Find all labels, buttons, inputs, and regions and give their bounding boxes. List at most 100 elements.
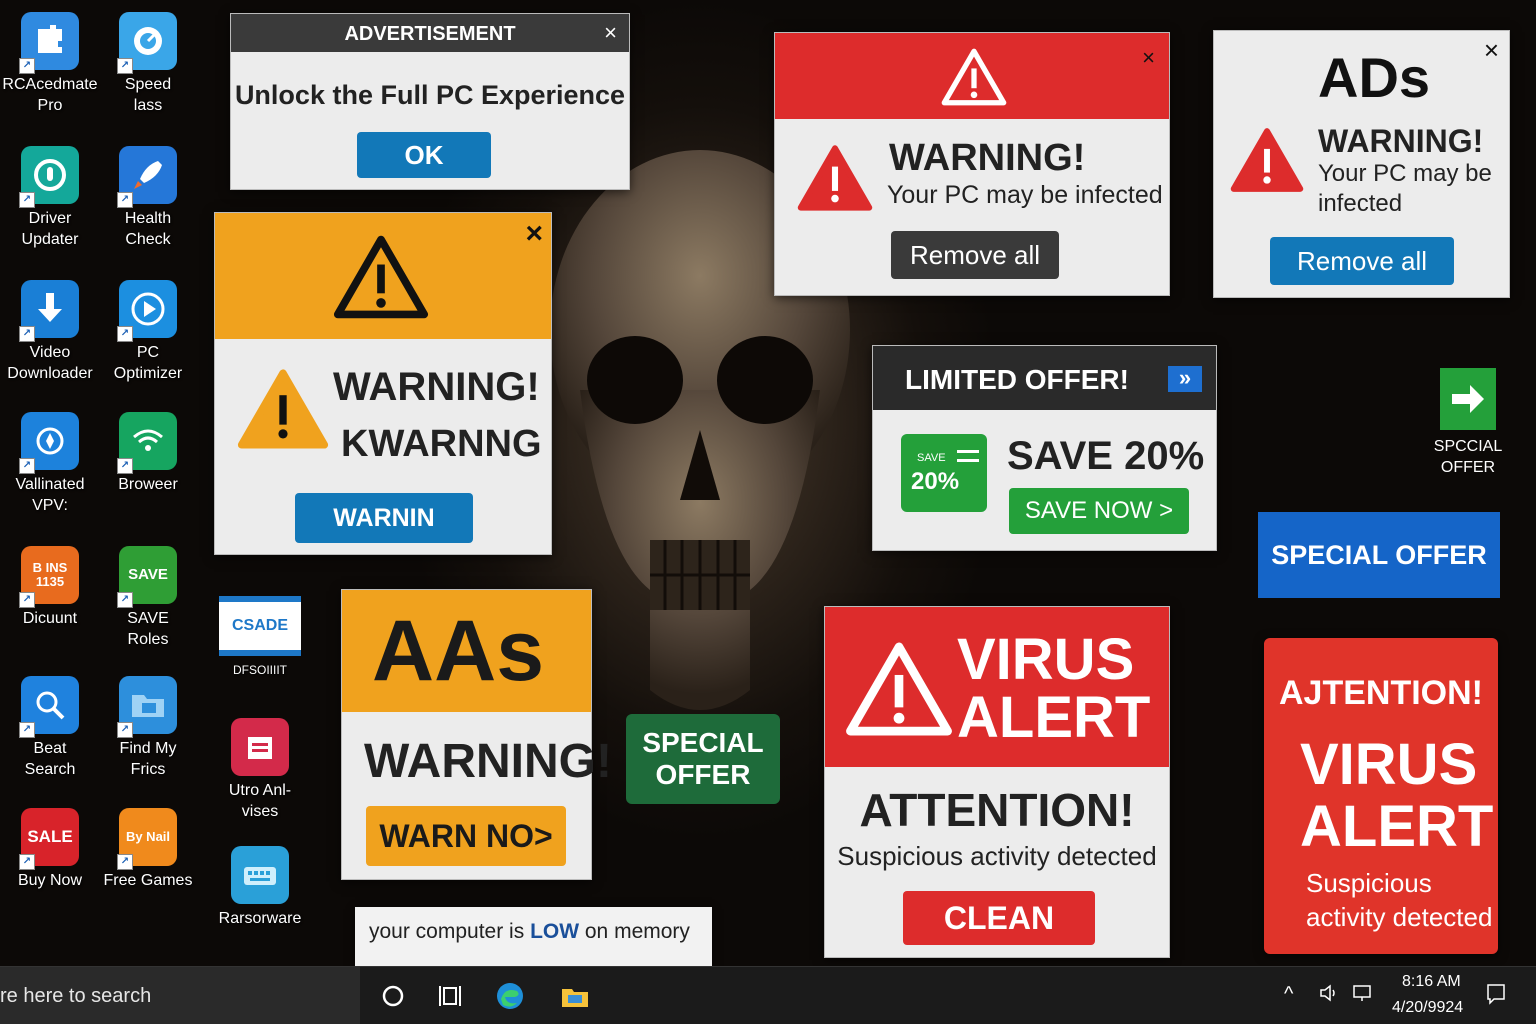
sale-tag-icon: B INS 1135 ↗ [19,546,79,608]
notification-icon[interactable] [1486,983,1506,1010]
desktop-icon[interactable]: ↗ Video Downloader [0,280,100,384]
remove-all-button[interactable]: Remove all [891,231,1059,279]
desktop-icon[interactable]: SALE ↗ Buy Now [0,808,100,891]
close-icon[interactable]: × [604,22,617,44]
ads-header: ADs [1318,46,1431,109]
clock-time[interactable]: 8:16 AM [1402,973,1461,991]
desktop-icon[interactable]: ↗ PC Optimizer [98,280,198,384]
task-view-icon[interactable] [436,981,466,1011]
ads-warning-title: WARNING! [1318,123,1484,159]
shortcut-arrow-icon: ↗ [19,458,35,474]
save-now-button[interactable]: SAVE NOW > [1009,488,1189,534]
desktop-icon[interactable]: ↗ Driver Updater [0,146,100,250]
aas-warning-title: WARNING! [364,735,612,788]
shortcut-arrow-icon: ↗ [19,592,35,608]
ok-button[interactable]: OK [357,132,491,178]
special-offer-label: SPCCIAL OFFER [1433,438,1503,476]
save-headline: SAVE 20% [1007,434,1205,478]
aas-warning-popup: AAs WARNING! WARN NO> [341,589,612,880]
remove-all-button[interactable]: Remove all [1270,237,1454,285]
right-arrow-icon [1440,368,1496,430]
shortcut-arrow-icon: ↗ [117,326,133,342]
desktop-icon-label: Utro Anl- vises [228,782,292,820]
warnin-button[interactable]: WARNIN [295,493,473,543]
memory-notice[interactable]: your computer is LOW on memory [355,907,712,967]
gauge-icon: ↗ [19,146,79,208]
shortcut-arrow-icon: ↗ [117,192,133,208]
clock-date[interactable]: 4/20/9924 [1392,999,1463,1017]
desktop-icon-label: SAVE Roles [127,610,169,648]
desktop-icon[interactable]: ↗ Broweer [98,412,198,495]
desktop-icon[interactable]: ↗ Beat Search [0,676,100,780]
orange-warning-title: WARNING! [333,365,540,409]
desktop-icon[interactable]: B INS 1135 ↗ Dicuunt [0,546,100,629]
desktop-icon[interactable]: ↗ RCAcedmate Pro [0,12,100,116]
memory-highlight: LOW [530,920,580,943]
warning-triangle-icon [797,141,873,215]
special-offer-green-button[interactable]: SPECIAL OFFER [626,714,780,804]
warning-triangle-icon [1230,125,1304,195]
desktop-icon[interactable]: ↗ Find My Frics [98,676,198,780]
desktop-icon-label: Video Downloader [7,344,93,382]
virus-alert-heading: VIRUS ALERT [957,627,1151,750]
puzzle-icon: ↗ [19,12,79,74]
limited-offer-header: LIMITED OFFER! » [873,346,1216,410]
advertisement-popup: ADVERTISEMENT × Unlock the Full PC Exper… [230,13,630,190]
desktop-icon[interactable]: ↗ Speed lass [98,12,198,116]
shopping-bag-icon [248,737,272,759]
desktop-icon-csade[interactable]: CSADE DFSOIIIIT [210,596,310,681]
desktop-icon-label: Find My Frics [119,740,177,778]
keyboard-icon [244,867,276,885]
desktop-icon-label: Speed lass [124,76,172,114]
warning-triangle-icon [237,365,329,453]
network-icon[interactable] [1352,983,1372,1008]
attention-virus-alert-panel: AJTENTION! VIRUS ALERT Suspicious activi… [1264,638,1498,954]
memory-suffix: on memory [579,920,690,943]
desktop-icon-rarsorware[interactable]: Rarsorware [210,846,310,929]
cortana-circle-icon[interactable] [378,981,408,1011]
shortcut-arrow-icon: ↗ [117,854,133,870]
sale-icon: SALE ↗ [19,808,79,870]
desktop-icon-label: Beat Search [24,740,76,778]
rocket-icon: ↗ [117,146,177,208]
file-explorer-icon[interactable] [560,981,590,1011]
desktop-icon[interactable]: SAVE ↗ SAVE Roles [98,546,198,650]
desktop-icon[interactable]: By Nail ↗ Free Games [98,808,198,891]
chevron-up-icon[interactable]: ^ [1284,983,1293,1006]
desktop-icon-label: DFSOIIIIT [233,663,287,677]
suspicious-message: Suspicious activity detected [837,841,1157,871]
desktop-icon[interactable]: ↗ Vallinated VPV: [0,412,100,516]
memory-prefix: your computer is [369,920,531,943]
double-chevron-icon[interactable]: » [1168,366,1202,392]
shortcut-arrow-icon: ↗ [117,592,133,608]
desktop-icon-label: Buy Now [17,872,83,889]
clean-button[interactable]: CLEAN [903,891,1095,945]
special-offer-shortcut[interactable]: SPCCIAL OFFER [1420,368,1516,478]
desktop-icon-label: Health Check [124,210,172,248]
magnifier-icon: ↗ [19,676,79,738]
orange-warning-subtitle: KWARNNG [341,423,542,465]
desktop-icon[interactable]: ↗ Health Check [98,146,198,250]
close-icon[interactable]: × [525,219,543,249]
attention-title: ATTENTION! [859,784,1135,836]
taskbar-search-box[interactable]: re here to search [0,967,360,1024]
warn-now-button[interactable]: WARN NO> [366,806,566,866]
list-lines-icon [957,450,979,462]
shortcut-arrow-icon: ↗ [19,326,35,342]
speaker-icon[interactable] [1318,983,1338,1008]
shield-icon: ↗ [19,412,79,474]
special-offer-blue-button[interactable]: SPECIAL OFFER [1258,512,1500,598]
desktop-icon-utro[interactable]: Utro Anl- vises [210,718,310,822]
close-icon[interactable]: × [1142,47,1155,69]
shortcut-arrow-icon: ↗ [19,192,35,208]
desktop-icon-label: Vallinated VPV: [15,476,85,514]
icon-text: SAVE [128,566,168,584]
virus-alert-header: VIRUS ALERT [825,607,1169,767]
shortcut-arrow-icon: ↗ [117,58,133,74]
attention-title: AJTENTION! [1279,674,1483,712]
desktop-icon-label: RCAcedmate Pro [2,76,98,114]
desktop-icon-label: Driver Updater [21,210,79,248]
red-warning-header [775,33,1169,119]
edge-browser-icon[interactable] [495,981,525,1011]
close-icon[interactable]: × [1484,37,1499,63]
